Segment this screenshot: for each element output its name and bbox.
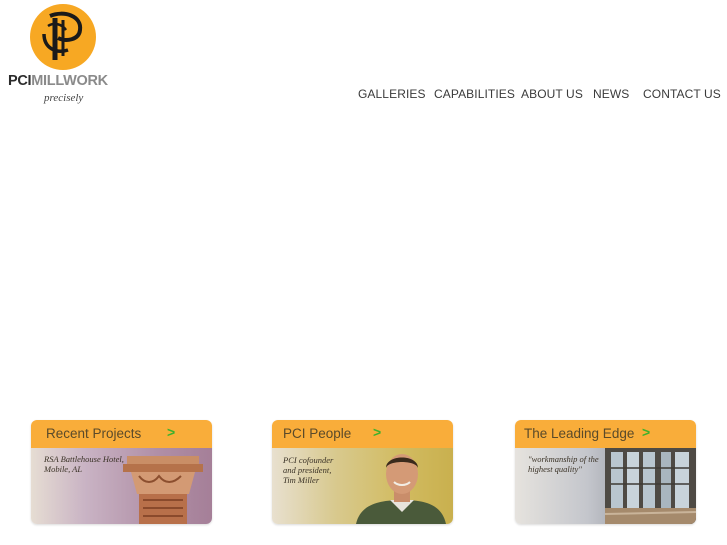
card-recent-projects[interactable]: Recent Projects > RSA Battlehouse Hotel,…: [31, 420, 212, 524]
nav-capabilities[interactable]: CAPABILITIES: [434, 87, 515, 101]
card-caption: RSA Battlehouse Hotel, Mobile, AL: [44, 454, 124, 474]
nav-contact-us[interactable]: CONTACT US: [643, 87, 721, 101]
card-title: The Leading Edge: [524, 426, 635, 441]
nav-news[interactable]: NEWS: [593, 87, 629, 101]
nav-galleries[interactable]: GALLERIES: [358, 87, 426, 101]
arrow-right-icon: >: [373, 424, 382, 440]
card-image: "workmanship of the highest quality": [515, 448, 696, 524]
card-pci-people[interactable]: PCI People > PCI cofounder and president…: [272, 420, 453, 524]
nav-about-us[interactable]: ABOUT US: [521, 87, 583, 101]
pci-logo-icon: [30, 4, 96, 70]
card-leading-edge[interactable]: The Leading Edge > "workmanship of the h…: [515, 420, 696, 524]
arrow-right-icon: >: [642, 424, 651, 440]
card-header: Recent Projects >: [31, 420, 212, 448]
arrow-right-icon: >: [167, 424, 176, 440]
card-image: RSA Battlehouse Hotel, Mobile, AL: [31, 448, 212, 524]
main-nav: GALLERIES CAPABILITIES ABOUT US NEWS CON…: [0, 87, 727, 103]
card-caption: "workmanship of the highest quality": [528, 454, 599, 474]
card-title: Recent Projects: [46, 426, 142, 441]
card-header: The Leading Edge >: [515, 420, 696, 448]
card-image: PCI cofounder and president, Tim Miller: [272, 448, 453, 524]
card-header: PCI People >: [272, 420, 453, 448]
card-caption: PCI cofounder and president, Tim Miller: [283, 455, 334, 485]
card-title: PCI People: [283, 426, 352, 441]
